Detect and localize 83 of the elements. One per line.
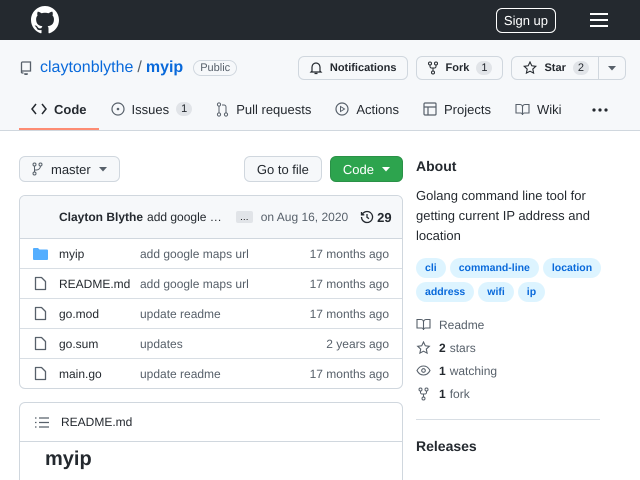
table-icon xyxy=(423,102,437,116)
code-icon xyxy=(31,103,47,115)
file-name-link[interactable]: go.sum xyxy=(59,336,140,350)
expand-message-button[interactable]: … xyxy=(236,211,253,223)
file-icon xyxy=(33,366,48,381)
repo-tab[interactable]: Wiki xyxy=(502,90,574,130)
file-age: 17 months ago xyxy=(310,366,389,380)
notifications-button[interactable]: Notifications xyxy=(298,56,408,80)
commit-date: on Aug 16, 2020 xyxy=(260,210,348,224)
caret-icon xyxy=(98,166,107,172)
history-icon xyxy=(360,210,374,224)
fork-icon xyxy=(416,386,431,400)
file-age: 2 years ago xyxy=(326,336,389,350)
repo-stat-link[interactable]: 2 stars xyxy=(416,340,620,355)
commit-message-link[interactable]: add google maps url xyxy=(140,276,310,290)
file-name-link[interactable]: myip xyxy=(59,246,140,260)
menu-icon[interactable] xyxy=(590,13,608,27)
topic-tag[interactable]: address xyxy=(416,282,474,302)
fork-icon xyxy=(426,61,438,75)
topic-tag[interactable]: location xyxy=(542,258,602,278)
caret-icon xyxy=(608,66,616,70)
fork-count: 1 xyxy=(476,61,492,75)
commit-message-link[interactable]: update readme xyxy=(140,366,310,380)
commit-author[interactable]: Clayton Blythe xyxy=(59,210,144,224)
repo-tab[interactable]: Actions xyxy=(323,90,411,130)
repo-tab[interactable]: Code xyxy=(19,90,98,130)
repo-description: Golang command line tool for getting current IP address and location xyxy=(416,187,591,245)
repo-icon xyxy=(20,61,32,75)
commit-message-link[interactable]: add google maps url xyxy=(140,246,310,260)
about-heading: About xyxy=(416,158,458,174)
owner-link[interactable]: claytonblythe xyxy=(40,59,134,77)
play-icon xyxy=(335,102,350,116)
repo-tab[interactable]: Projects xyxy=(411,90,503,130)
file-name-link[interactable]: README.md xyxy=(59,276,140,290)
repo-stat-link[interactable]: 1 watching xyxy=(416,363,620,378)
topic-tag[interactable]: cli xyxy=(416,258,446,278)
book-icon xyxy=(514,102,530,116)
visibility-label: Public xyxy=(193,60,238,76)
topic-tag[interactable]: command-line xyxy=(450,258,539,278)
topic-tag[interactable]: wifi xyxy=(478,282,514,302)
releases-heading: Releases xyxy=(416,438,478,454)
file-icon xyxy=(33,306,48,321)
more-icon[interactable] xyxy=(592,108,608,112)
repo-tab[interactable]: Pull requests xyxy=(204,90,324,130)
readme-heading: myip xyxy=(45,448,93,471)
issue-count: 1 xyxy=(176,102,192,116)
file-icon xyxy=(33,336,48,351)
commit-message-link[interactable]: updates xyxy=(140,336,326,350)
repo-stat-link[interactable]: 1 fork xyxy=(416,386,620,401)
star-icon xyxy=(416,340,431,354)
circle-dot-icon xyxy=(110,102,124,116)
star-dropdown-button[interactable] xyxy=(599,56,626,80)
star-button[interactable]: Star 2 xyxy=(511,56,599,80)
commit-message[interactable]: add google … xyxy=(147,210,222,224)
bell-icon xyxy=(308,61,323,75)
readme-filename: README.md xyxy=(61,415,132,429)
cat-logo-icon[interactable] xyxy=(31,6,59,34)
file-icon xyxy=(33,276,48,291)
repo-name-link[interactable]: myip xyxy=(146,59,184,77)
repo-tab[interactable]: Issues 1 xyxy=(98,90,204,130)
folder-icon xyxy=(33,248,48,260)
eye-icon xyxy=(416,365,431,376)
sign-up-button[interactable]: Sign up xyxy=(496,8,556,32)
file-age: 17 months ago xyxy=(310,306,389,320)
file-age: 17 months ago xyxy=(310,246,389,260)
file-name-link[interactable]: go.mod xyxy=(59,306,140,320)
commits-link[interactable]: 29 xyxy=(360,210,392,224)
fork-button[interactable]: Fork 1 xyxy=(416,56,504,80)
file-age: 17 months ago xyxy=(310,276,389,290)
topic-tag[interactable]: ip xyxy=(518,282,546,302)
path-separator: / xyxy=(137,59,142,77)
book-icon xyxy=(416,318,431,331)
star-icon xyxy=(523,61,538,75)
branch-button[interactable]: master xyxy=(19,156,120,182)
star-count: 2 xyxy=(572,61,589,75)
commit-message-link[interactable]: update readme xyxy=(140,306,310,320)
branch-icon xyxy=(32,162,43,176)
list-icon[interactable] xyxy=(35,416,49,428)
go-to-file-button[interactable]: Go to file xyxy=(244,156,322,182)
repo-stat-link[interactable]: Readme xyxy=(416,317,620,332)
pull-request-icon xyxy=(216,102,230,116)
file-name-link[interactable]: main.go xyxy=(59,366,140,380)
caret-icon xyxy=(382,166,390,172)
